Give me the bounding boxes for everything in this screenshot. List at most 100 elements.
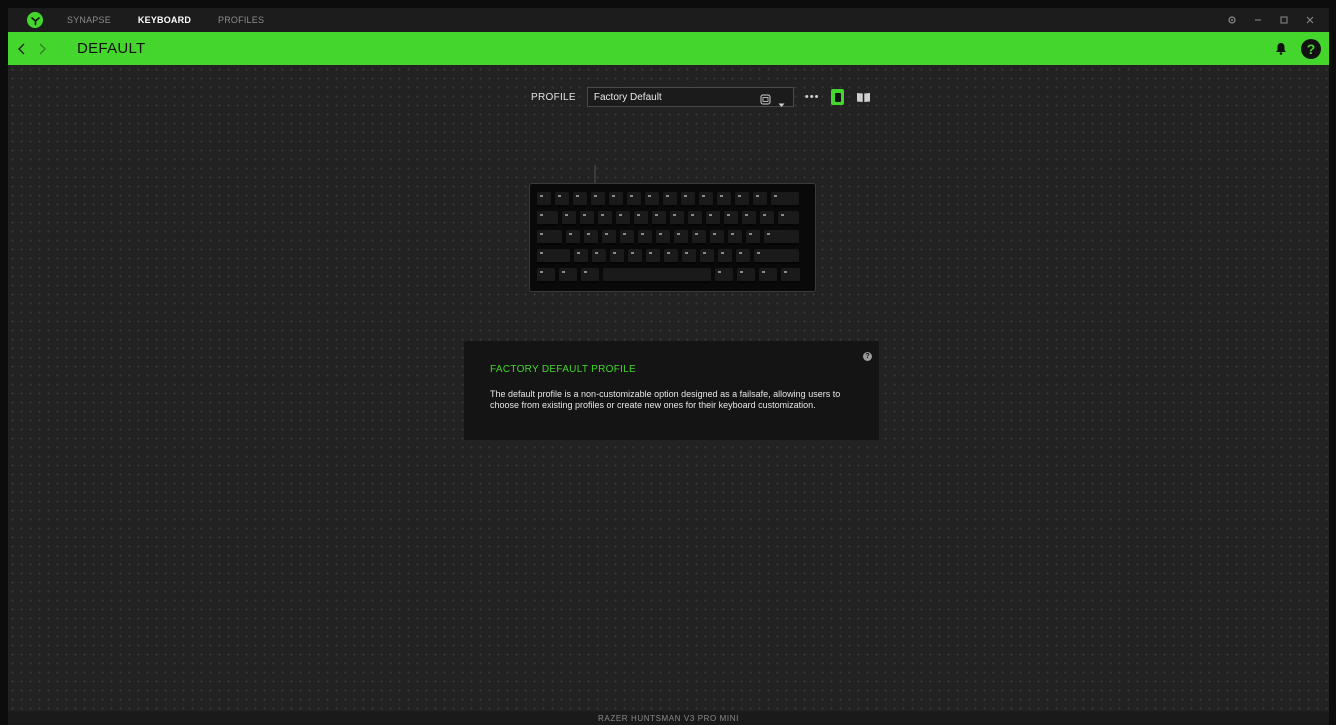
key[interactable] [634, 211, 648, 226]
key[interactable] [706, 211, 720, 226]
key[interactable] [566, 230, 580, 245]
help-icon[interactable]: ? [1301, 38, 1321, 59]
keyboard-row [537, 249, 808, 264]
more-options-button[interactable]: ••• [805, 87, 820, 107]
book-icon[interactable] [856, 92, 871, 103]
key[interactable] [724, 211, 738, 226]
tab-synapse[interactable]: SYNAPSE [67, 8, 111, 32]
tab-keyboard[interactable]: KEYBOARD [138, 8, 191, 32]
key-backslash[interactable] [778, 211, 799, 226]
onboard-memory-icon [760, 92, 771, 110]
key[interactable] [616, 211, 630, 226]
key[interactable] [574, 249, 588, 264]
close-icon[interactable] [1297, 8, 1323, 32]
key[interactable] [688, 211, 702, 226]
key[interactable] [700, 249, 714, 264]
key[interactable] [598, 211, 612, 226]
main-canvas: PROFILE Factory Default ••• ? FACTORY DE… [8, 65, 1329, 711]
key-tab[interactable] [537, 211, 558, 226]
key[interactable] [652, 211, 666, 226]
profile-label: PROFILE [531, 91, 576, 103]
minimize-icon[interactable] [1245, 8, 1271, 32]
key[interactable] [573, 192, 587, 207]
page-header: DEFAULT ? [8, 32, 1329, 65]
key-caps[interactable] [537, 230, 562, 245]
key[interactable] [710, 230, 724, 245]
key[interactable] [760, 211, 774, 226]
key[interactable] [656, 230, 670, 245]
key-backspace[interactable] [771, 192, 799, 207]
profile-row: PROFILE Factory Default ••• [531, 87, 871, 107]
key-alt[interactable] [581, 268, 599, 283]
key[interactable] [620, 230, 634, 245]
info-title: FACTORY DEFAULT PROFILE [490, 364, 637, 375]
info-body: The default profile is a non-customizabl… [490, 389, 841, 410]
keyboard-row [537, 268, 808, 283]
key[interactable] [670, 211, 684, 226]
key[interactable] [609, 192, 623, 207]
key[interactable] [728, 230, 742, 245]
keyboard-image [529, 183, 816, 292]
key[interactable] [602, 230, 616, 245]
key-left-shift[interactable] [537, 249, 570, 264]
razer-logo-icon[interactable] [27, 12, 43, 28]
key[interactable] [663, 192, 677, 207]
tab-profiles[interactable]: PROFILES [218, 8, 264, 32]
keyboard-row [537, 192, 808, 207]
gear-icon[interactable] [1219, 8, 1245, 32]
key[interactable] [628, 249, 642, 264]
key[interactable] [742, 211, 756, 226]
key-menu[interactable] [759, 268, 777, 283]
keyboard-row [537, 230, 808, 245]
key-ctrl[interactable] [537, 268, 555, 283]
title-bar: SYNAPSE KEYBOARD PROFILES [8, 8, 1329, 32]
key[interactable] [699, 192, 713, 207]
key[interactable] [718, 249, 732, 264]
key[interactable] [580, 211, 594, 226]
key[interactable] [537, 192, 551, 207]
key[interactable] [555, 192, 569, 207]
profile-dropdown[interactable]: Factory Default [586, 87, 794, 110]
key[interactable] [646, 249, 660, 264]
key[interactable] [692, 230, 706, 245]
key[interactable] [584, 230, 598, 245]
window-controls [1219, 8, 1323, 32]
header-actions: ? [1269, 32, 1321, 65]
key[interactable] [736, 249, 750, 264]
maximize-icon[interactable] [1271, 8, 1297, 32]
key[interactable] [562, 211, 576, 226]
app-window: SYNAPSE KEYBOARD PROFILES DEFAULT ? PROF… [8, 8, 1329, 725]
page-title: DEFAULT [77, 40, 146, 57]
key[interactable] [746, 230, 760, 245]
key-ctrl-right[interactable] [781, 268, 800, 283]
key[interactable] [645, 192, 659, 207]
key[interactable] [627, 192, 641, 207]
key[interactable] [717, 192, 731, 207]
key-space[interactable] [603, 268, 711, 283]
key[interactable] [610, 249, 624, 264]
keyboard-row [537, 211, 808, 226]
key-win[interactable] [559, 268, 577, 283]
key[interactable] [591, 192, 605, 207]
key[interactable] [592, 249, 606, 264]
key-enter[interactable] [764, 230, 799, 245]
key[interactable] [735, 192, 749, 207]
key-right-shift[interactable] [754, 249, 799, 264]
chevron-right-icon[interactable] [32, 32, 52, 65]
bell-icon[interactable] [1269, 32, 1293, 65]
help-icon[interactable]: ? [863, 352, 872, 361]
key[interactable] [674, 230, 688, 245]
device-name: RAZER HUNTSMAN V3 PRO MINI [598, 713, 739, 723]
key[interactable] [753, 192, 767, 207]
key[interactable] [638, 230, 652, 245]
chevron-down-icon [778, 95, 785, 113]
key-fn[interactable] [715, 268, 733, 283]
status-bar: RAZER HUNTSMAN V3 PRO MINI [8, 711, 1329, 725]
key[interactable] [664, 249, 678, 264]
key[interactable] [681, 192, 695, 207]
keyboard-cable [594, 165, 596, 184]
key[interactable] [682, 249, 696, 264]
device-profile-icon[interactable] [831, 89, 845, 105]
chevron-left-icon[interactable] [12, 32, 32, 65]
key-alt-right[interactable] [737, 268, 755, 283]
